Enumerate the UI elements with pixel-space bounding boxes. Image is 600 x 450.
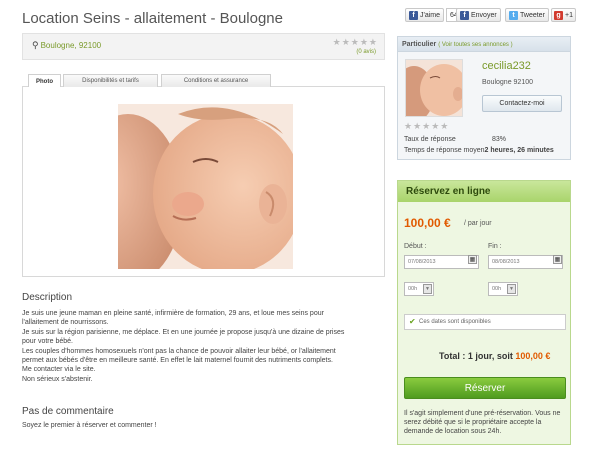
gplus-button[interactable]: g +1 [551, 8, 576, 22]
response-time-label: Temps de réponse moyen [404, 147, 485, 154]
owner-location: Boulogne 92100 [482, 79, 533, 86]
map-pin-icon: ⚲ [32, 40, 39, 50]
booking-heading: Réservez en ligne [398, 181, 570, 202]
gplus-widget[interactable]: g +1 [551, 8, 576, 22]
page-title: Location Seins - allaitement - Boulogne [22, 10, 283, 27]
owner-header: Particulier ( Voir toutes ses annonces ) [398, 37, 570, 52]
chevron-down-icon: ▼ [423, 284, 432, 294]
tweet-button[interactable]: t Tweeter [505, 8, 549, 22]
listing-photo[interactable] [118, 104, 293, 269]
facebook-icon: f [409, 10, 418, 20]
description-line: pour votre bébé. [22, 338, 73, 346]
listing-location: ⚲ Boulogne, 92100 [32, 40, 101, 51]
owner-listings-link[interactable]: ( Voir toutes ses annonces ) [438, 42, 512, 48]
facebook-like-label: J'aime [420, 11, 441, 19]
send-widget[interactable]: f Envoyer [456, 8, 501, 22]
owner-name[interactable]: cecilia232 [482, 60, 531, 72]
location-bar: ⚲ Boulogne, 92100 ★★★★★ (0 avis) [22, 33, 385, 60]
check-icon: ✔ [409, 317, 416, 326]
response-rate-label: Taux de réponse [404, 136, 456, 143]
price-unit: / par jour [464, 220, 492, 227]
owner-type: Particulier [402, 41, 437, 48]
description-heading: Description [22, 292, 73, 303]
gplus-label: +1 [565, 11, 573, 19]
tab-availability[interactable]: Disponibilités et tarifs [63, 74, 158, 87]
tweet-widget[interactable]: t Tweeter [505, 8, 549, 22]
description-line: Je suis sur la région parisienne, me dép… [22, 328, 345, 336]
description-line: Non sérieux s'abstenir. [22, 375, 93, 383]
end-hour-value: 00h [492, 286, 502, 292]
avatar[interactable] [405, 59, 463, 117]
response-rate: Taux de réponse 83% [404, 136, 506, 143]
comments-heading: Pas de commentaire [22, 406, 114, 417]
facebook-like-button[interactable]: f J'aime [405, 8, 445, 22]
send-icon: f [460, 10, 469, 20]
send-button[interactable]: f Envoyer [456, 8, 501, 22]
contact-button[interactable]: Contactez-moi [482, 95, 562, 112]
tweet-label: Tweeter [520, 11, 545, 19]
booking-panel: Réservez en ligne 100,00 € / par jour Dé… [397, 180, 571, 445]
total: Total : 1 jour, soit 100,00 € [439, 351, 550, 361]
photo-panel [22, 87, 385, 277]
response-rate-value: 83% [492, 136, 507, 143]
location-text[interactable]: Boulogne, 92100 [41, 41, 102, 50]
description-line: permet aux bébés d'être en meilleure san… [22, 357, 333, 365]
google-plus-icon: g [554, 10, 563, 20]
start-hour-select[interactable]: 00h ▼ [404, 282, 434, 296]
end-date-input[interactable]: 08/08/2013 [488, 255, 563, 269]
start-hour-value: 00h [408, 286, 418, 292]
calendar-icon[interactable]: ▦ [553, 255, 562, 264]
end-label: Fin : [488, 243, 502, 250]
description-line: Je suis une jeune maman en pleine santé,… [22, 310, 324, 317]
owner-panel: Particulier ( Voir toutes ses annonces )… [397, 36, 571, 160]
response-time: Temps de réponse moyen2 heures, 26 minut… [404, 147, 554, 154]
booking-note: Il s'agit simplement d'une pré-réservati… [404, 410, 561, 435]
response-time-value: 2 heures, 26 minutes [484, 147, 554, 154]
rating-count[interactable]: (0 avis) [356, 49, 376, 55]
rating-stars: ★★★★★ [332, 37, 378, 47]
chevron-down-icon: ▼ [507, 284, 516, 294]
reserve-button[interactable]: Réserver [404, 377, 566, 399]
end-hour-select[interactable]: 00h ▼ [488, 282, 518, 296]
comments-text: Soyez le premier à réserver et commenter… [22, 422, 157, 429]
total-amount: 100,00 € [515, 351, 551, 361]
total-label: Total : 1 jour, soit [439, 351, 513, 361]
availability-status: ✔ Ces dates sont disponibles [404, 314, 566, 330]
tab-photo[interactable]: Photo [28, 74, 61, 88]
price: 100,00 € [404, 216, 451, 230]
description-line: Me contacter via le site. [22, 366, 96, 374]
calendar-icon[interactable]: ▦ [468, 255, 477, 264]
description-line: l'allaitement de nourrissons. [22, 319, 109, 327]
owner-rating-stars: ★★★★★ [404, 121, 450, 131]
description-text: Je suis une jeune maman en pleine santé,… [22, 309, 382, 384]
twitter-icon: t [509, 10, 518, 20]
start-label: Début : [404, 243, 427, 250]
listing-tabs: Photo Disponibilités et tarifs Condition… [22, 74, 385, 88]
description-line: Les couples d'hommes homosexuels n'ont p… [22, 347, 336, 355]
availability-text: Ces dates sont disponibles [419, 319, 491, 325]
tab-conditions[interactable]: Conditions et assurance [161, 74, 271, 87]
send-label: Envoyer [471, 11, 497, 19]
